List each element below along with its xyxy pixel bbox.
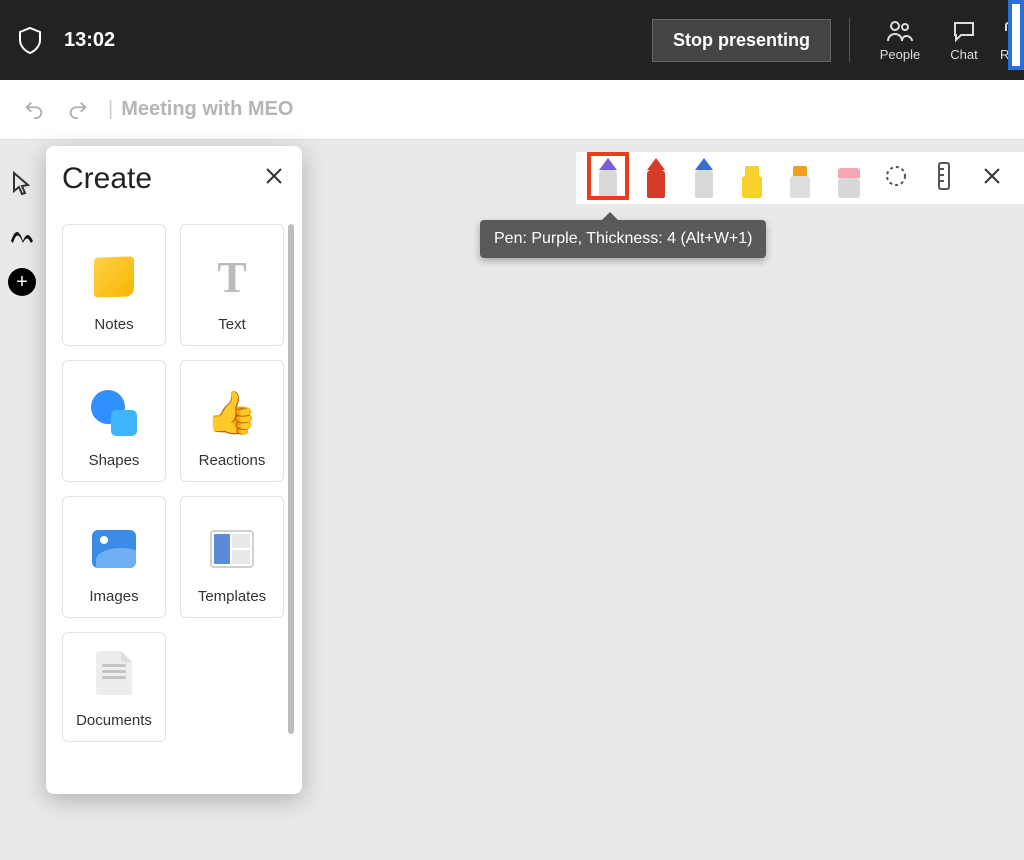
people-label: People bbox=[880, 47, 920, 62]
pen-purple[interactable] bbox=[589, 154, 627, 198]
images-icon bbox=[91, 526, 137, 572]
create-item-label: Text bbox=[218, 316, 246, 333]
highlighter-icon bbox=[790, 166, 810, 198]
create-item-notes[interactable]: Notes bbox=[62, 224, 166, 346]
divider bbox=[849, 18, 850, 62]
create-item-reactions[interactable]: 👍 Reactions bbox=[180, 360, 284, 482]
people-button[interactable]: People bbox=[868, 19, 932, 62]
notes-icon bbox=[91, 254, 137, 300]
close-icon bbox=[264, 166, 284, 186]
create-item-label: Notes bbox=[94, 316, 133, 333]
text-icon: T bbox=[209, 254, 255, 300]
create-item-label: Documents bbox=[76, 712, 152, 729]
create-panel: Create Notes T Text Shapes bbox=[46, 146, 302, 794]
plus-icon: + bbox=[16, 271, 28, 294]
top-right-controls: Stop presenting People Chat R bbox=[652, 0, 1024, 80]
eraser-tool[interactable] bbox=[829, 154, 867, 198]
create-panel-title: Create bbox=[62, 162, 152, 196]
people-icon bbox=[886, 19, 914, 43]
cursor-tool[interactable] bbox=[6, 168, 38, 200]
ink-tool[interactable] bbox=[6, 218, 38, 250]
separator: | bbox=[108, 98, 113, 121]
pen-icon bbox=[694, 158, 714, 198]
templates-icon bbox=[209, 526, 255, 572]
left-mini-toolbar: + bbox=[0, 150, 44, 296]
eraser-icon bbox=[838, 168, 858, 198]
create-item-label: Shapes bbox=[89, 452, 140, 469]
stop-presenting-button[interactable]: Stop presenting bbox=[652, 19, 831, 62]
pen-tooltip: Pen: Purple, Thickness: 4 (Alt+W+1) bbox=[480, 220, 766, 258]
create-item-label: Templates bbox=[198, 588, 266, 605]
undo-button[interactable] bbox=[18, 94, 50, 126]
shield-icon bbox=[18, 26, 42, 54]
redo-icon bbox=[67, 99, 89, 121]
ruler-tool[interactable] bbox=[925, 154, 963, 198]
close-panel-button[interactable] bbox=[264, 166, 284, 192]
create-item-text[interactable]: T Text bbox=[180, 224, 284, 346]
highlighter-orange[interactable] bbox=[781, 154, 819, 198]
documents-icon bbox=[91, 650, 137, 696]
highlighter-yellow[interactable] bbox=[733, 154, 771, 198]
add-button[interactable]: + bbox=[8, 268, 36, 296]
cursor-icon bbox=[11, 171, 33, 197]
pen-toolbar bbox=[576, 152, 1024, 204]
pen-icon bbox=[598, 158, 618, 198]
create-item-label: Images bbox=[89, 588, 138, 605]
meeting-title: Meeting with MEO bbox=[121, 98, 293, 121]
whiteboard-canvas[interactable]: + Create Notes T Text Shape bbox=[0, 140, 1024, 860]
meeting-top-bar: 13:02 Stop presenting People Chat R bbox=[0, 0, 1024, 80]
pen-red[interactable] bbox=[637, 154, 675, 198]
create-item-templates[interactable]: Templates bbox=[180, 496, 284, 618]
undo-icon bbox=[23, 99, 45, 121]
lasso-icon bbox=[883, 163, 909, 189]
highlighter-icon bbox=[742, 166, 762, 198]
camera-thumbnail[interactable] bbox=[1008, 0, 1024, 70]
secondary-bar: | Meeting with MEO bbox=[0, 80, 1024, 140]
ruler-icon bbox=[937, 161, 951, 191]
create-item-images[interactable]: Images bbox=[62, 496, 166, 618]
reactions-icon: 👍 bbox=[209, 390, 255, 436]
create-item-label: Reactions bbox=[199, 452, 266, 469]
clock-time: 13:02 bbox=[64, 29, 115, 52]
pen-icon bbox=[646, 158, 666, 198]
create-item-shapes[interactable]: Shapes bbox=[62, 360, 166, 482]
ink-icon bbox=[9, 223, 35, 245]
chat-icon bbox=[951, 19, 977, 43]
pen-blue[interactable] bbox=[685, 154, 723, 198]
close-icon bbox=[982, 166, 1002, 186]
chat-button[interactable]: Chat bbox=[932, 19, 996, 62]
lasso-tool[interactable] bbox=[877, 154, 915, 198]
chat-label: Chat bbox=[950, 47, 977, 62]
panel-scrollbar[interactable] bbox=[288, 224, 294, 734]
redo-button[interactable] bbox=[62, 94, 94, 126]
close-toolbar-button[interactable] bbox=[973, 154, 1011, 198]
create-item-documents[interactable]: Documents bbox=[62, 632, 166, 742]
shapes-icon bbox=[91, 390, 137, 436]
